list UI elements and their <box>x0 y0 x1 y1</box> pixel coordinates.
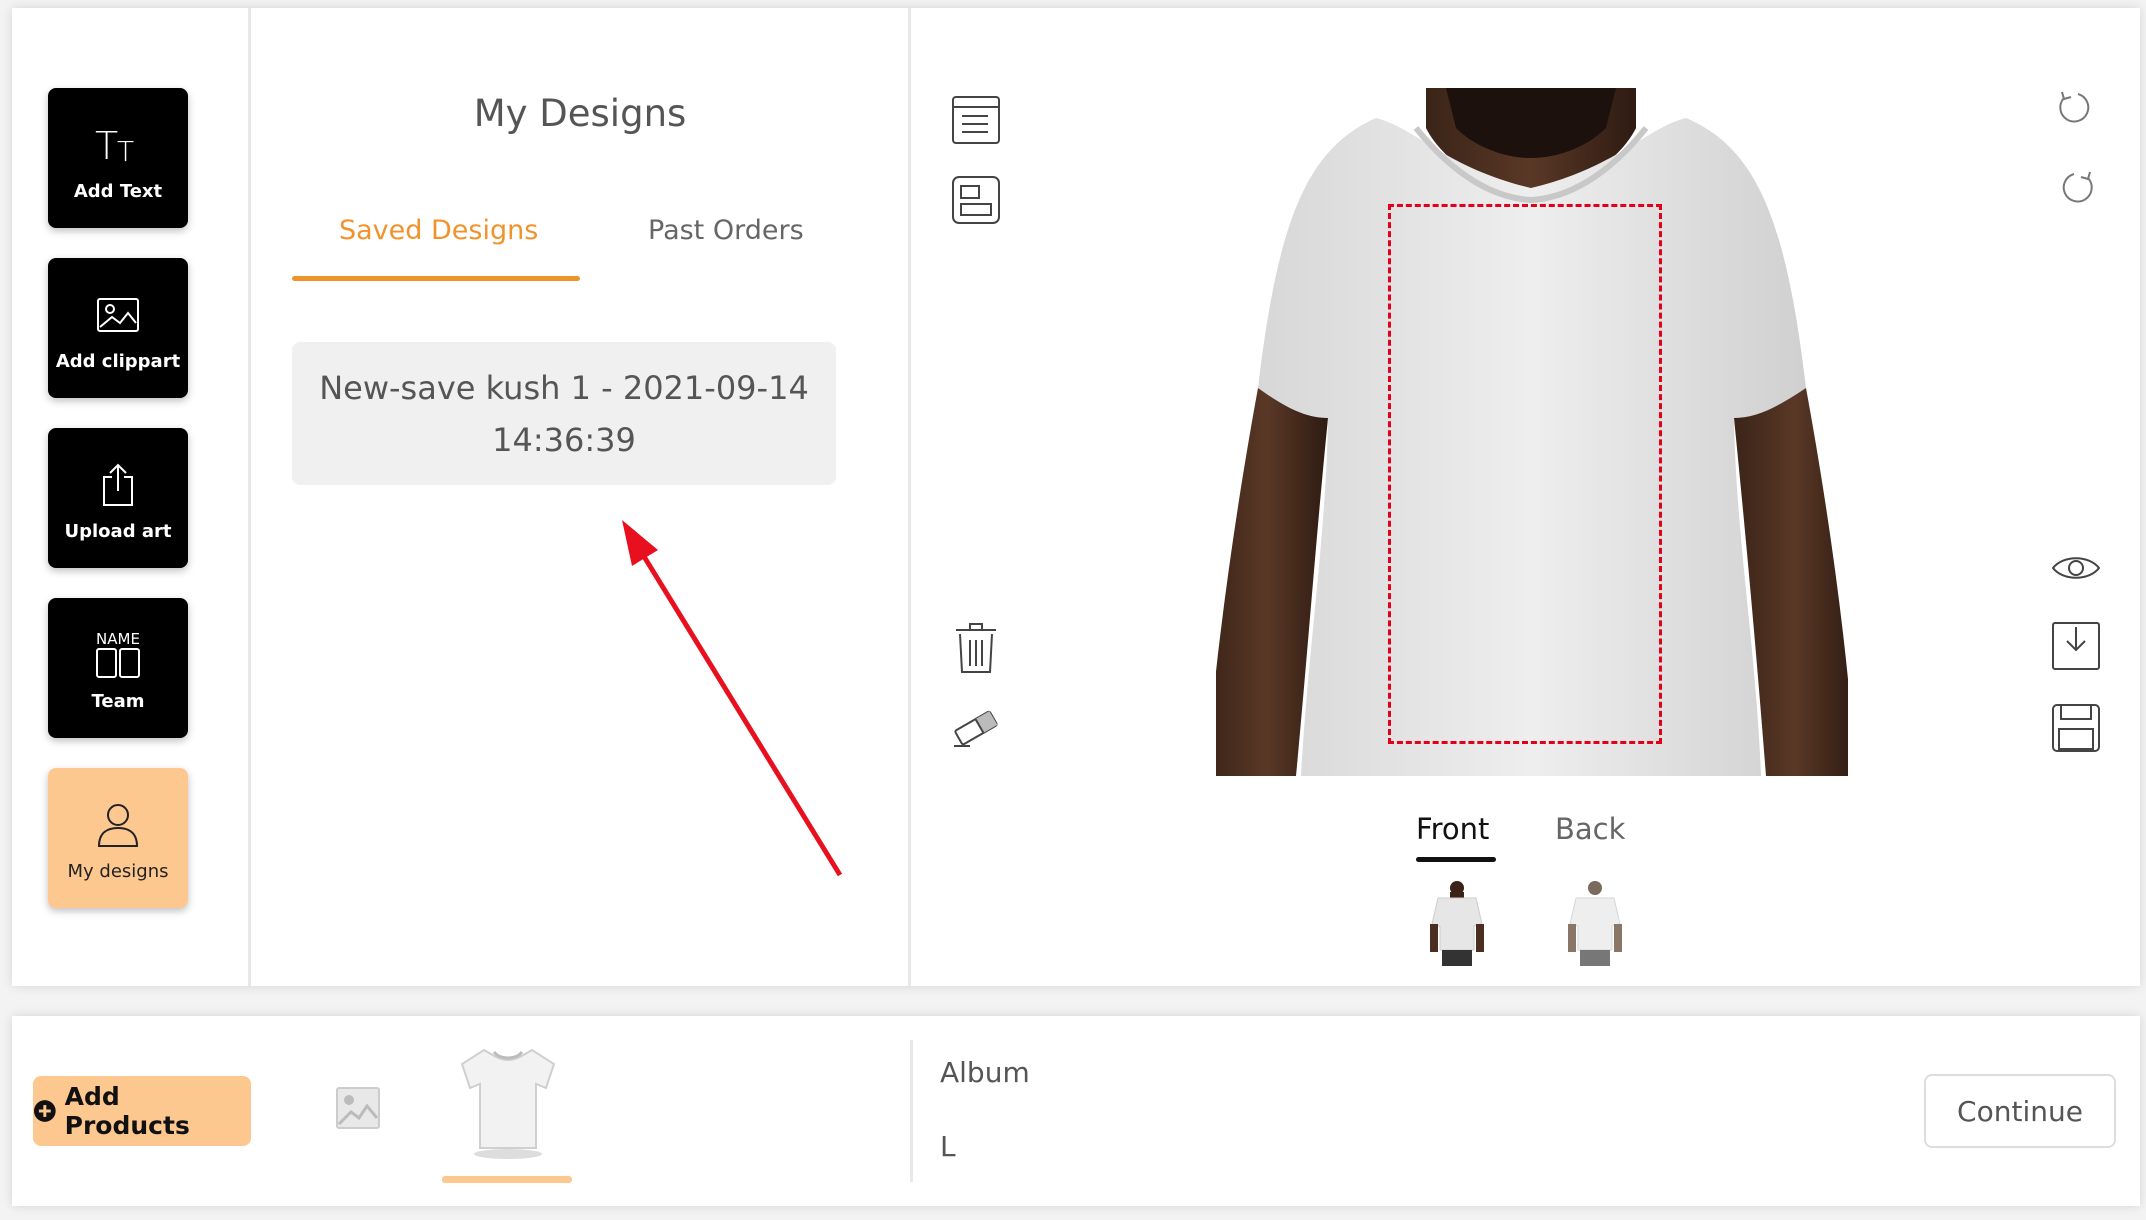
save-icon[interactable] <box>2048 700 2104 756</box>
tab-past-orders[interactable]: Past Orders <box>648 215 804 246</box>
tshirt-product-thumbnail[interactable] <box>448 1042 568 1162</box>
sidebar-divider <box>248 8 251 986</box>
align-icon[interactable] <box>948 172 1004 228</box>
upload-art-button[interactable]: Upload art <box>48 428 188 568</box>
print-area-boundary <box>1388 204 1662 744</box>
bottom-divider <box>910 1040 913 1182</box>
download-icon[interactable] <box>2048 618 2104 674</box>
add-clipart-button[interactable]: Add clippart <box>48 258 188 398</box>
team-label: Team <box>91 690 145 712</box>
add-clipart-label: Add clippart <box>55 350 181 372</box>
undo-icon[interactable] <box>2048 80 2104 136</box>
text-icon: TT <box>93 115 143 175</box>
trash-icon[interactable] <box>948 620 1004 676</box>
size-value: L <box>940 1130 956 1163</box>
saved-design-item[interactable]: New-save kush 1 - 2021-09-14 14:36:39 <box>292 342 836 485</box>
plus-circle-icon <box>33 1100 56 1122</box>
image-icon <box>96 285 140 345</box>
tab-saved-designs[interactable]: Saved Designs <box>339 215 538 246</box>
add-products-button[interactable]: Add Products <box>33 1076 251 1146</box>
designs-divider <box>908 8 911 986</box>
front-thumbnail[interactable] <box>1428 880 1486 966</box>
continue-button[interactable]: Continue <box>1924 1074 2116 1148</box>
add-text-button[interactable]: TT Add Text <box>48 88 188 228</box>
layers-icon[interactable] <box>948 92 1004 148</box>
saved-design-name: New-save kush 1 - 2021-09-14 14:36:39 <box>319 368 809 459</box>
album-label: Album <box>940 1056 1030 1089</box>
eraser-icon[interactable] <box>948 700 1004 756</box>
preview-eye-icon[interactable] <box>2048 540 2104 596</box>
svg-text:T: T <box>95 124 118 167</box>
annotation-arrow <box>622 520 843 877</box>
tab-front[interactable]: Front <box>1416 812 1489 846</box>
team-jersey-icon: NAME <box>95 625 141 685</box>
team-icon-text: NAME <box>96 629 140 648</box>
active-side-indicator <box>1416 857 1496 862</box>
add-products-label: Add Products <box>64 1082 190 1140</box>
my-designs-button[interactable]: My designs <box>48 768 188 908</box>
redo-icon[interactable] <box>2048 160 2104 216</box>
add-text-label: Add Text <box>73 180 163 202</box>
upload-icon <box>100 455 136 515</box>
active-tab-indicator <box>292 276 580 281</box>
my-designs-label: My designs <box>67 860 169 882</box>
svg-text:T: T <box>117 135 134 167</box>
product-placeholder-thumbnail[interactable] <box>300 1050 416 1166</box>
back-thumbnail[interactable] <box>1566 880 1624 966</box>
team-button[interactable]: NAME Team <box>48 598 188 738</box>
user-icon <box>96 795 140 855</box>
tab-back[interactable]: Back <box>1555 812 1625 846</box>
panel-title: My Designs <box>473 92 687 135</box>
image-placeholder-icon <box>336 1087 380 1129</box>
selected-product-indicator <box>442 1176 572 1183</box>
upload-art-label: Upload art <box>64 520 172 542</box>
